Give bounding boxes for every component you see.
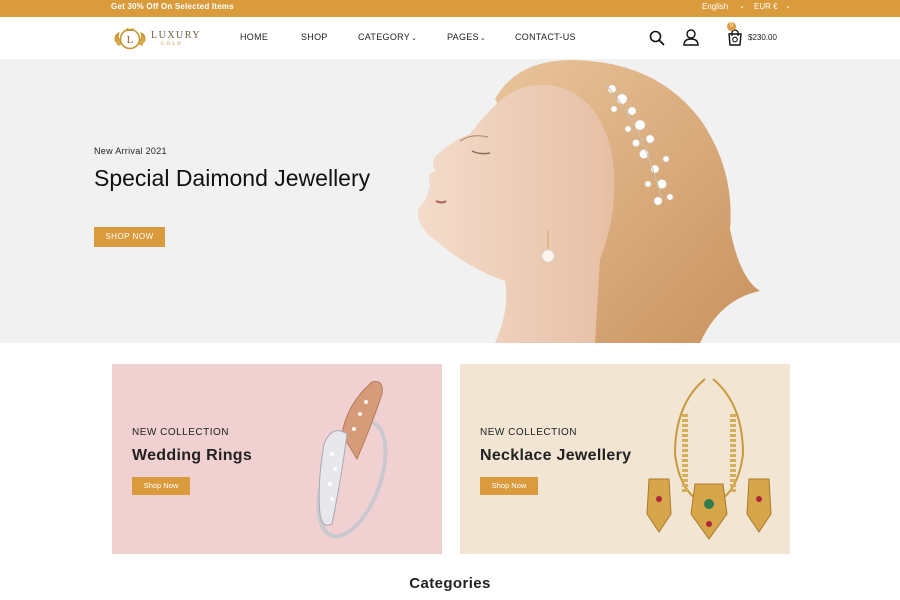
logo-letter: L — [127, 34, 134, 46]
hero-model-image — [417, 60, 760, 343]
logo-crest-icon: L — [114, 28, 146, 50]
currency-selector[interactable]: EUR € — [754, 2, 778, 11]
nav-category[interactable]: CATEGORY⌄ — [358, 32, 417, 42]
necklace-shop-now-button[interactable]: Shop Now — [480, 477, 538, 495]
site-header: L LUXURY GOLD HOME SHOP CATEGORY⌄ PAGES⌄… — [0, 17, 900, 59]
cart-count-badge: 0 — [727, 22, 736, 31]
hero-banner: New Arrival 2021 Special Daimond Jewelle… — [0, 59, 900, 343]
top-promo-bar: Get 30% Off On Selected Items English ⌄ … — [0, 0, 900, 17]
nav-shop-label: SHOP — [301, 32, 328, 42]
nav-home[interactable]: HOME — [240, 32, 268, 42]
categories-section-title: Categories — [409, 575, 491, 592]
search-icon[interactable] — [649, 30, 665, 46]
rings-heading: Wedding Rings — [132, 447, 253, 464]
nav-pages[interactable]: PAGES⌄ — [447, 32, 486, 42]
necklace-heading: Necklace Jewellery — [480, 447, 632, 464]
language-selector[interactable]: English — [702, 2, 728, 11]
logo-brand: LUXURY — [151, 30, 202, 41]
necklace-image — [646, 378, 772, 540]
chevron-down-icon: ⌄ — [479, 35, 487, 42]
nav-home-label: HOME — [240, 32, 269, 42]
necklace-eyebrow: NEW COLLECTION — [480, 427, 578, 438]
nav-contact-label: CONTACT-US — [515, 32, 576, 42]
chevron-down-icon: ⌄ — [739, 3, 745, 10]
wedding-rings-banner[interactable]: NEW COLLECTION Wedding Rings Shop Now — [112, 364, 442, 554]
bracelet-image — [316, 381, 388, 539]
hero-shop-now-button[interactable]: SHOP NOW — [94, 227, 165, 247]
chevron-down-icon: ⌄ — [785, 3, 791, 10]
nav-shop[interactable]: SHOP — [301, 32, 328, 42]
nav-category-label: CATEGORY — [358, 32, 411, 42]
chevron-down-icon: ⌄ — [411, 35, 418, 42]
logo-subtitle: GOLD — [161, 42, 183, 47]
promo-text: Get 30% Off On Selected Items — [111, 2, 234, 11]
rings-eyebrow: NEW COLLECTION — [132, 427, 230, 438]
hero-title: Special Daimond Jewellery — [94, 165, 371, 191]
hero-kicker: New Arrival 2021 — [94, 146, 167, 156]
rings-shop-now-button[interactable]: Shop Now — [132, 477, 190, 495]
site-logo[interactable]: L LUXURY GOLD — [111, 26, 203, 52]
nav-pages-label: PAGES — [447, 32, 479, 42]
cart-total[interactable]: $230.00 — [748, 33, 777, 42]
necklace-banner[interactable]: NEW COLLECTION Necklace Jewellery Shop N… — [460, 364, 790, 554]
user-icon[interactable] — [682, 28, 700, 46]
nav-contact[interactable]: CONTACT-US — [515, 32, 576, 42]
